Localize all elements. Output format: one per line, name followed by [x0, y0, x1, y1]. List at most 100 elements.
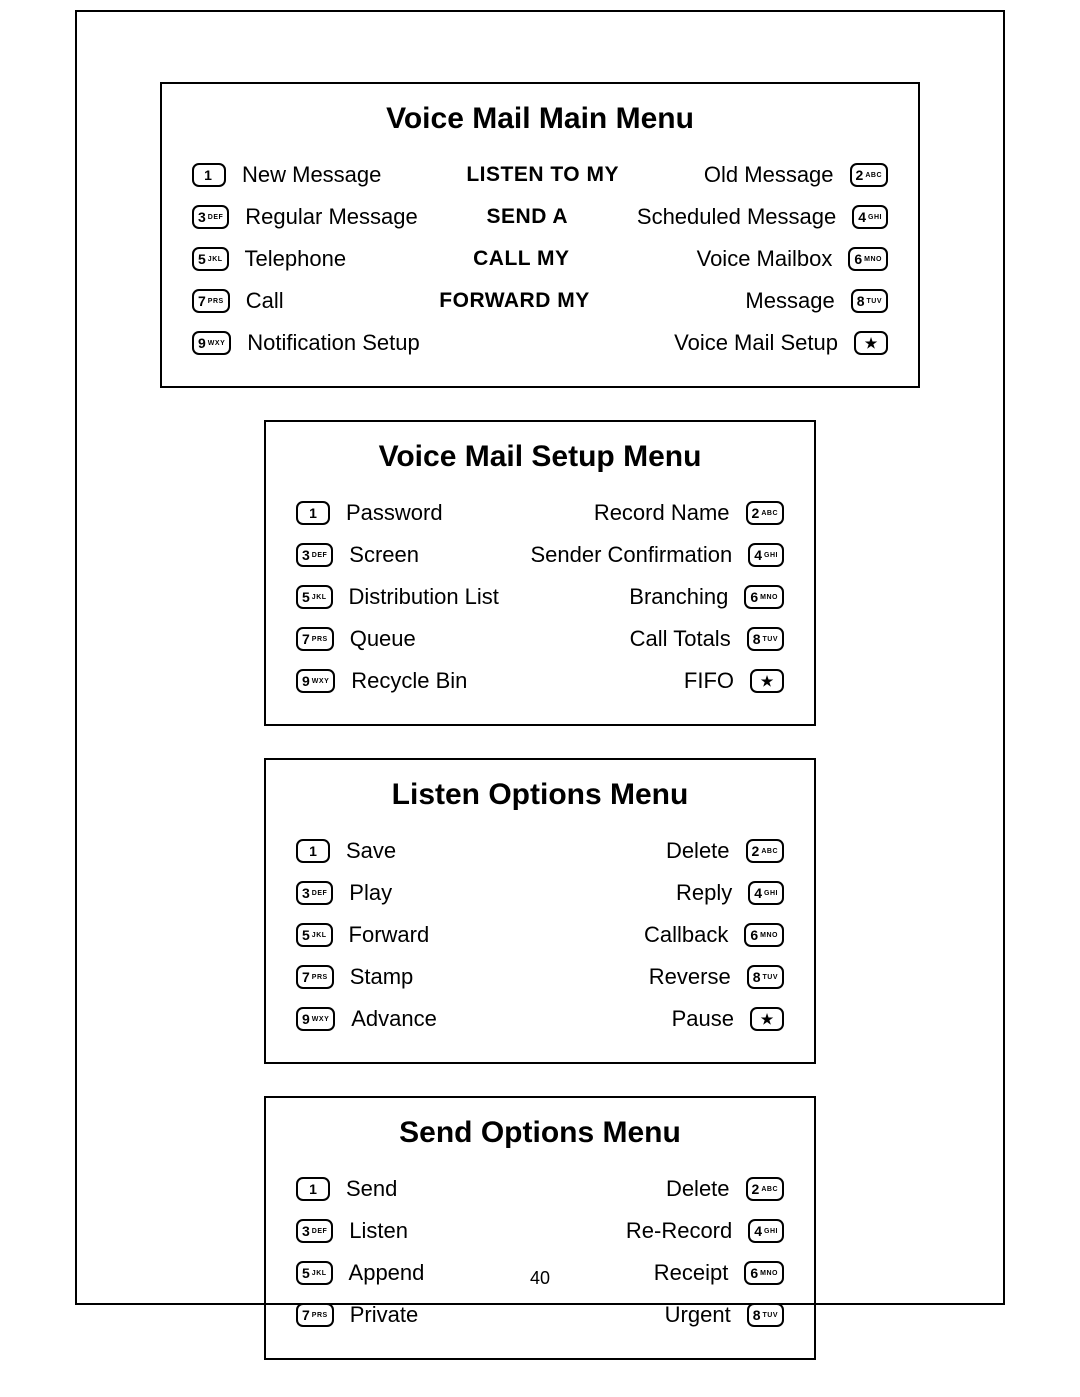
- key-star: ★: [750, 669, 784, 693]
- listen-left-3: Forward: [349, 922, 430, 948]
- setup-menu-title: Voice Mail Setup Menu: [296, 440, 784, 474]
- send-right-1: Delete: [666, 1176, 730, 1202]
- setup-menu-box: Voice Mail Setup Menu 1 Password Record N…: [264, 420, 816, 726]
- main-right-1: Old Message: [704, 162, 834, 188]
- setup-left-1: Password: [346, 500, 443, 526]
- key-5: 5JKL: [296, 585, 333, 609]
- main-left-4: Call: [246, 288, 284, 314]
- main-right-4: Message: [745, 288, 834, 314]
- send-row-4: 7PRSPrivate Urgent8TUV: [296, 1294, 784, 1336]
- listen-row-3: 5JKL Forward Callback 6MNO: [296, 914, 784, 956]
- setup-row-3: 5JKL Distribution List Branching 6MNO: [296, 576, 784, 618]
- key-5: 5JKL: [192, 247, 229, 271]
- page-border: Voice Mail Main Menu 1 New Message LISTE…: [75, 10, 1005, 1305]
- send-row-1: 1 Send Delete 2ABC: [296, 1168, 784, 1210]
- main-right-2: Scheduled Message: [637, 204, 836, 230]
- send-left-1: Send: [346, 1176, 397, 1202]
- main-row-1: 1 New Message LISTEN TO MY Old Message 2…: [192, 154, 888, 196]
- main-right-5: Voice Mail Setup: [674, 330, 838, 356]
- key-9: 9WXY: [296, 1007, 335, 1031]
- key-1: 1: [192, 163, 226, 187]
- send-left-2: Listen: [349, 1218, 408, 1244]
- key-3: 3DEF: [296, 543, 333, 567]
- listen-row-1: 1 Save Delete 2ABC: [296, 830, 784, 872]
- main-row-5: 9WXY Notification Setup Voice Mail Setup…: [192, 322, 888, 364]
- key-3: 3DEF: [296, 1219, 333, 1243]
- main-left-1: New Message: [242, 162, 381, 188]
- listen-right-1: Delete: [666, 838, 730, 864]
- setup-left-2: Screen: [349, 542, 419, 568]
- setup-row-4: 7PRS Queue Call Totals 8TUV: [296, 618, 784, 660]
- send-row-2: 3DEF Listen Re-Record 4GHI: [296, 1210, 784, 1252]
- setup-right-5: FIFO: [684, 668, 734, 694]
- listen-left-2: Play: [349, 880, 392, 906]
- key-4: 4GHI: [852, 205, 888, 229]
- key-2: 2ABC: [850, 163, 888, 187]
- key-1: 1: [296, 501, 330, 525]
- key-3: 3DEF: [192, 205, 229, 229]
- listen-row-2: 3DEFPlay Reply4GHI: [296, 872, 784, 914]
- key-6: 6MNO: [744, 585, 784, 609]
- key-7: 7PRS: [296, 627, 334, 651]
- send-left-4: Private: [350, 1302, 418, 1328]
- main-center-3: CALL MY: [346, 247, 697, 271]
- listen-right-5: Pause: [672, 1006, 734, 1032]
- main-row-3: 5JKL Telephone CALL MY Voice Mailbox 6MN…: [192, 238, 888, 280]
- main-left-5: Notification Setup: [247, 330, 419, 356]
- setup-row-2: 3DEFScreen Sender Confirmation4GHI: [296, 534, 784, 576]
- key-2: 2ABC: [746, 1177, 784, 1201]
- setup-left-4: Queue: [350, 626, 416, 652]
- listen-left-1: Save: [346, 838, 396, 864]
- main-left-2: Regular Message: [245, 204, 417, 230]
- listen-right-3: Callback: [644, 922, 728, 948]
- setup-row-5: 9WXY Recycle Bin FIFO ★: [296, 660, 784, 702]
- key-7: 7PRS: [296, 1303, 334, 1327]
- key-8: 8TUV: [851, 289, 888, 313]
- key-4: 4GHI: [748, 1219, 784, 1243]
- key-8: 8TUV: [747, 1303, 784, 1327]
- setup-row-1: 1 Password Record Name 2ABC: [296, 492, 784, 534]
- main-row-2: 3DEF Regular Message SEND A Scheduled Me…: [192, 196, 888, 238]
- key-1: 1: [296, 1177, 330, 1201]
- key-star: ★: [854, 331, 888, 355]
- key-9: 9WXY: [192, 331, 231, 355]
- page-number: 40: [77, 1268, 1003, 1289]
- listen-menu-title: Listen Options Menu: [296, 778, 784, 812]
- key-2: 2ABC: [746, 839, 784, 863]
- send-menu-title: Send Options Menu: [296, 1116, 784, 1150]
- main-center-1: LISTEN TO MY: [381, 163, 704, 187]
- key-1: 1: [296, 839, 330, 863]
- send-right-2: Re-Record: [626, 1218, 732, 1244]
- listen-row-5: 9WXY Advance Pause ★: [296, 998, 784, 1040]
- key-4: 4GHI: [748, 543, 784, 567]
- key-8: 8TUV: [747, 627, 784, 651]
- setup-right-4: Call Totals: [630, 626, 731, 652]
- key-6: 6MNO: [848, 247, 888, 271]
- setup-right-1: Record Name: [594, 500, 730, 526]
- setup-right-3: Branching: [629, 584, 728, 610]
- key-7: 7PRS: [192, 289, 230, 313]
- key-8: 8TUV: [747, 965, 784, 989]
- main-menu-title: Voice Mail Main Menu: [192, 102, 888, 136]
- main-menu-box: Voice Mail Main Menu 1 New Message LISTE…: [160, 82, 920, 388]
- key-3: 3DEF: [296, 881, 333, 905]
- listen-menu-box: Listen Options Menu 1 Save Delete 2ABC 3DE…: [264, 758, 816, 1064]
- key-2: 2ABC: [746, 501, 784, 525]
- setup-left-5: Recycle Bin: [351, 668, 467, 694]
- listen-row-4: 7PRS Stamp Reverse 8TUV: [296, 956, 784, 998]
- key-6: 6MNO: [744, 923, 784, 947]
- key-5: 5JKL: [296, 923, 333, 947]
- key-9: 9WXY: [296, 669, 335, 693]
- key-star: ★: [750, 1007, 784, 1031]
- main-center-2: SEND A: [418, 205, 637, 229]
- main-row-4: 7PRS Call FORWARD MY Message 8TUV: [192, 280, 888, 322]
- listen-right-4: Reverse: [649, 964, 731, 990]
- setup-left-3: Distribution List: [349, 584, 499, 610]
- main-center-4: FORWARD MY: [284, 289, 746, 313]
- send-menu-box: Send Options Menu 1 Send Delete 2ABC 3DEF L…: [264, 1096, 816, 1360]
- listen-left-4: Stamp: [350, 964, 414, 990]
- listen-right-2: Reply: [676, 880, 732, 906]
- listen-left-5: Advance: [351, 1006, 437, 1032]
- main-left-3: Telephone: [245, 246, 347, 272]
- key-7: 7PRS: [296, 965, 334, 989]
